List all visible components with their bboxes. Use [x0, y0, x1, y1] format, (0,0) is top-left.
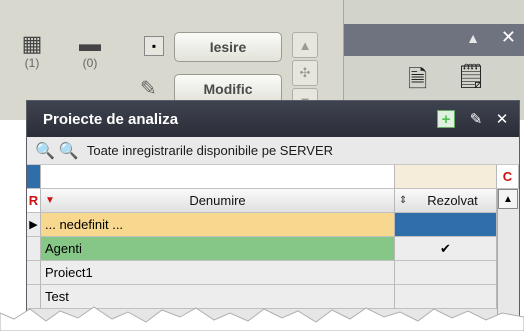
row-selector: [27, 237, 41, 261]
toggle-icon[interactable]: ▪: [144, 36, 164, 56]
dialog-title: Proiecte de analiza: [43, 110, 179, 128]
row-name-cell[interactable]: ... nedefinit ...: [41, 213, 395, 237]
close-icon[interactable]: ✕: [501, 27, 516, 48]
background-window-titlebar: ▲ ✕: [344, 24, 524, 56]
tool-grid-count: (1): [24, 56, 40, 70]
filter-row: C: [27, 165, 519, 189]
edit-doc-icon[interactable]: 🗒: [456, 62, 486, 91]
row-name-cell[interactable]: Agenti: [41, 237, 395, 261]
folder-icon: ▬: [79, 31, 101, 56]
red-marker: R: [27, 189, 41, 213]
grid-icon: ▦: [21, 31, 43, 56]
row-name-cell[interactable]: Proiect1: [41, 261, 395, 285]
sort-icon[interactable]: ⇕: [399, 195, 407, 206]
table-row[interactable]: Agenti ✔: [27, 237, 519, 261]
table-row[interactable]: ▶ ... nedefinit ...: [27, 213, 519, 237]
current-row-indicator: ▶: [27, 213, 41, 237]
column-header-name[interactable]: ▼ Denumire: [41, 189, 395, 213]
collapse-icon[interactable]: ▲: [466, 30, 480, 46]
report-icon[interactable]: 🗎: [408, 62, 427, 103]
row-selector: [27, 261, 41, 285]
torn-edge-decoration: [0, 306, 524, 331]
filter-name-cell[interactable]: [41, 165, 395, 189]
column-header-resolved[interactable]: ⇕ Rezolvat: [395, 189, 497, 213]
column-header-row: R ▼ Denumire ⇕ Rezolvat: [27, 189, 519, 213]
search-icon[interactable]: 🔍: [35, 141, 55, 161]
sort-desc-icon[interactable]: ▼: [45, 195, 55, 206]
dialog-titlebar: Proiecte de analiza + ✎ ✕: [27, 101, 519, 137]
row-resolved-cell[interactable]: [395, 261, 497, 285]
tool-folder-count: (0): [82, 56, 98, 70]
search-scope-text: Toate inregistrarile disponibile pe SERV…: [86, 143, 334, 158]
edit-icon[interactable]: ✎: [467, 110, 485, 128]
row-resolved-cell[interactable]: ✔: [395, 237, 497, 261]
tool-folder[interactable]: ▬ (0): [72, 31, 108, 71]
exit-button[interactable]: Iesire: [174, 32, 282, 62]
table-row[interactable]: Proiect1: [27, 261, 519, 285]
close-icon[interactable]: ✕: [493, 110, 511, 128]
pen-icon[interactable]: ✎: [140, 76, 157, 101]
row-resolved-cell[interactable]: [395, 213, 497, 237]
scroll-up-icon[interactable]: ▲: [498, 189, 518, 209]
column-resolved-label: Rezolvat: [427, 193, 478, 208]
move-button[interactable]: ✣: [292, 60, 318, 86]
column-name-label: Denumire: [189, 193, 246, 208]
filter-marker: [27, 165, 41, 189]
search-server-icon[interactable]: 🔍: [59, 141, 79, 161]
add-icon[interactable]: +: [437, 110, 455, 128]
right-marker: C: [497, 165, 519, 189]
projects-grid: C R ▼ Denumire ⇕ Rezolvat ▶ ... nedefini…: [27, 165, 519, 309]
search-bar: 🔍 🔍 Toate inregistrarile disponibile pe …: [27, 137, 519, 165]
up-arrow-button[interactable]: ▲: [292, 32, 318, 58]
filter-resolved-cell[interactable]: [395, 165, 497, 189]
tool-grid[interactable]: ▦ (1): [16, 31, 48, 71]
